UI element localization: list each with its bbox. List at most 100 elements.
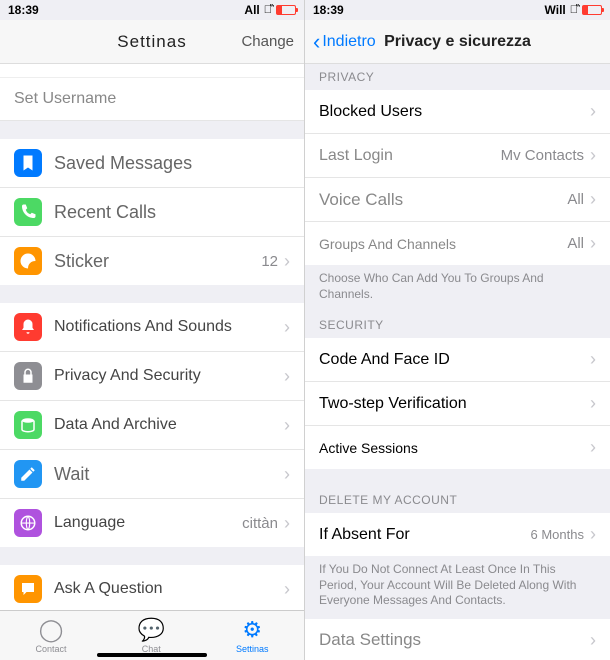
chat-tab-icon: 💬 bbox=[138, 617, 165, 643]
bell-icon bbox=[14, 313, 42, 341]
active-sessions-row[interactable]: Active Sessions › bbox=[305, 426, 610, 469]
chevron-right-icon: › bbox=[590, 393, 596, 414]
profile-strip bbox=[0, 64, 304, 78]
settings-content[interactable]: Set Username Saved Messages Recent Calls… bbox=[0, 64, 304, 610]
back-label: Indietro bbox=[322, 33, 375, 51]
chevron-right-icon: › bbox=[590, 233, 596, 254]
absent-label: If Absent For bbox=[319, 526, 531, 544]
chevron-right-icon: › bbox=[284, 366, 290, 387]
last-login-value: Mv Contacts bbox=[501, 147, 584, 164]
two-step-label: Two-step Verification bbox=[319, 395, 590, 413]
voice-calls-row[interactable]: Voice Calls All › bbox=[305, 178, 610, 222]
chevron-right-icon: › bbox=[284, 464, 290, 485]
chevron-right-icon: › bbox=[590, 101, 596, 122]
data-row[interactable]: Data And Archive › bbox=[0, 401, 304, 450]
voice-calls-value: All bbox=[567, 191, 584, 208]
home-indicator bbox=[97, 653, 207, 657]
privacy-row[interactable]: Privacy And Security › bbox=[0, 352, 304, 401]
chevron-right-icon: › bbox=[590, 437, 596, 458]
tab-contacts[interactable]: ◯ Contact bbox=[36, 617, 67, 654]
absent-row[interactable]: If Absent For 6 Months › bbox=[305, 513, 610, 556]
delete-header: DELETE MY ACCOUNT bbox=[305, 487, 610, 513]
blocked-users-label: Blocked Users bbox=[319, 103, 590, 121]
data-label: Data And Archive bbox=[54, 416, 284, 434]
status-carrier: All bbox=[244, 3, 259, 17]
sticker-row[interactable]: Sticker 12 › bbox=[0, 237, 304, 285]
bookmark-icon bbox=[14, 149, 42, 177]
data-settings-label: Data Settings bbox=[319, 630, 590, 650]
voice-calls-label: Voice Calls bbox=[319, 190, 567, 210]
chevron-right-icon: › bbox=[590, 189, 596, 210]
chevron-right-icon: › bbox=[284, 513, 290, 534]
privacy-footer: Choose Who Can Add You To Groups And Cha… bbox=[305, 265, 610, 312]
sticker-label: Sticker bbox=[54, 251, 261, 272]
active-sessions-label: Active Sessions bbox=[319, 440, 590, 456]
privacy-content[interactable]: PRIVACY Blocked Users › Last Login Mv Co… bbox=[305, 64, 610, 660]
recent-calls-label: Recent Calls bbox=[54, 202, 290, 223]
groups-row[interactable]: Groups And Channels All › bbox=[305, 222, 610, 265]
set-username-label: Set Username bbox=[14, 90, 116, 107]
wifi-icon: ◉᷁ bbox=[264, 4, 272, 16]
database-icon bbox=[14, 411, 42, 439]
sticker-count: 12 bbox=[261, 253, 278, 270]
sticker-icon bbox=[14, 247, 42, 275]
status-bar: 18:39 Will ◉᷁ bbox=[305, 0, 610, 20]
code-faceid-label: Code And Face ID bbox=[319, 351, 590, 369]
status-bar: 18:39 All ◉᷁ bbox=[0, 0, 304, 20]
globe-icon bbox=[14, 509, 42, 537]
last-login-row[interactable]: Last Login Mv Contacts › bbox=[305, 134, 610, 178]
chat-icon bbox=[14, 575, 42, 603]
appearance-row[interactable]: Wait › bbox=[0, 450, 304, 499]
battery-icon bbox=[582, 5, 602, 15]
privacy-label: Privacy And Security bbox=[54, 367, 284, 385]
ask-question-row[interactable]: Ask A Question › bbox=[0, 565, 304, 610]
language-row[interactable]: Language cittàn › bbox=[0, 499, 304, 547]
notifications-row[interactable]: Notifications And Sounds › bbox=[0, 303, 304, 352]
chevron-right-icon: › bbox=[590, 524, 596, 545]
nav-bar: ‹ Indietro Privacy e sicurezza bbox=[305, 20, 610, 64]
gear-icon: ⚙ bbox=[242, 617, 262, 643]
chevron-right-icon: › bbox=[590, 145, 596, 166]
language-value: cittàn bbox=[242, 515, 278, 532]
chevron-right-icon: › bbox=[284, 251, 290, 272]
language-label: Language bbox=[54, 514, 242, 532]
recent-calls-row[interactable]: Recent Calls bbox=[0, 188, 304, 237]
groups-label: Groups And Channels bbox=[319, 236, 567, 252]
notifications-label: Notifications And Sounds bbox=[54, 318, 284, 336]
nav-title: Settinas bbox=[117, 32, 186, 52]
status-time: 18:39 bbox=[8, 3, 39, 17]
blocked-users-row[interactable]: Blocked Users › bbox=[305, 90, 610, 134]
contacts-icon: ◯ bbox=[39, 617, 64, 643]
pencil-icon bbox=[14, 460, 42, 488]
battery-icon bbox=[276, 5, 296, 15]
wifi-icon: ◉᷁ bbox=[570, 4, 578, 16]
delete-footer: If You Do Not Connect At Least Once In T… bbox=[305, 556, 610, 619]
back-button[interactable]: ‹ Indietro bbox=[313, 29, 376, 55]
groups-value: All bbox=[567, 235, 584, 252]
status-carrier: Will bbox=[545, 3, 566, 17]
security-header: SECURITY bbox=[305, 312, 610, 338]
appearance-label: Wait bbox=[54, 464, 284, 485]
privacy-screen: 18:39 Will ◉᷁ ‹ Indietro Privacy e sicur… bbox=[305, 0, 610, 660]
tab-settings-label: Settinas bbox=[236, 644, 269, 654]
lock-icon bbox=[14, 362, 42, 390]
status-time: 18:39 bbox=[313, 3, 344, 17]
chevron-right-icon: › bbox=[590, 349, 596, 370]
two-step-row[interactable]: Two-step Verification › bbox=[305, 382, 610, 426]
nav-bar: Settinas Change bbox=[0, 20, 304, 64]
last-login-label: Last Login bbox=[319, 147, 501, 165]
tab-chat[interactable]: 💬 Chat bbox=[138, 617, 165, 654]
code-faceid-row[interactable]: Code And Face ID › bbox=[305, 338, 610, 382]
tab-contacts-label: Contact bbox=[36, 644, 67, 654]
saved-messages-row[interactable]: Saved Messages bbox=[0, 139, 304, 188]
chevron-right-icon: › bbox=[284, 579, 290, 600]
tab-settings[interactable]: ⚙ Settinas bbox=[236, 617, 269, 654]
privacy-header: PRIVACY bbox=[305, 64, 610, 90]
ask-question-label: Ask A Question bbox=[54, 580, 284, 598]
absent-value: 6 Months bbox=[531, 527, 584, 542]
phone-icon bbox=[14, 198, 42, 226]
set-username-row[interactable]: Set Username bbox=[0, 78, 304, 121]
edit-button[interactable]: Change bbox=[241, 33, 294, 50]
data-settings-row[interactable]: Data Settings › bbox=[305, 619, 610, 660]
chevron-right-icon: › bbox=[284, 317, 290, 338]
